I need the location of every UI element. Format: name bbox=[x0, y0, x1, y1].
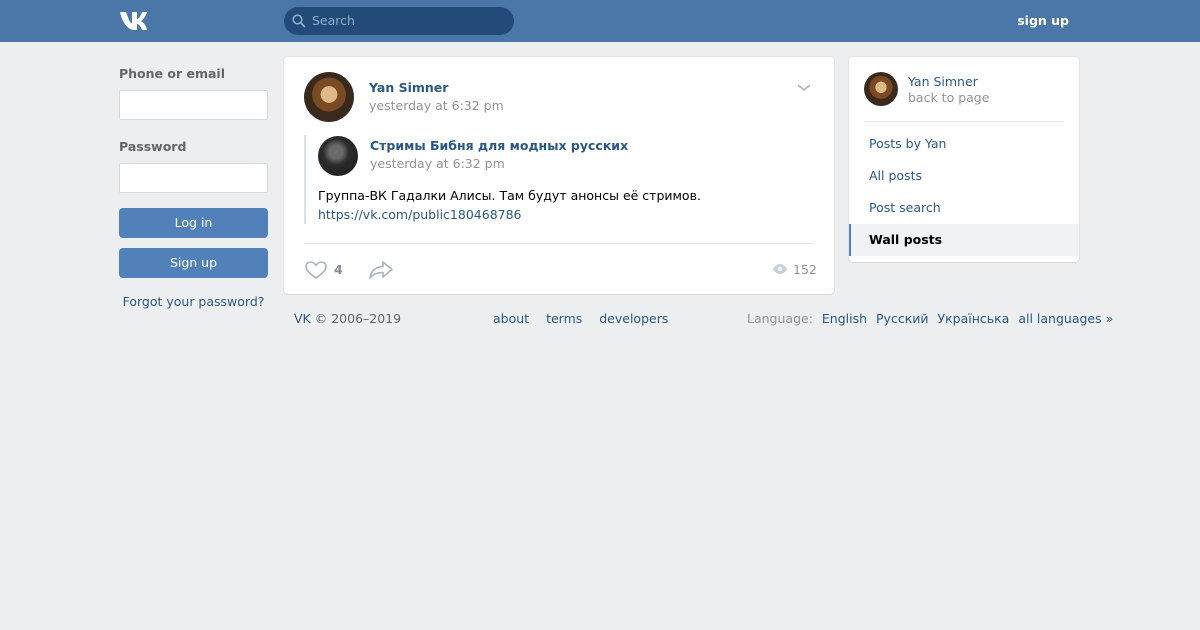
repost-block: Стримы Бибня для модных русских yesterda… bbox=[304, 135, 814, 224]
language-ukrainian[interactable]: Українська bbox=[937, 311, 1009, 326]
sidebar-avatar[interactable] bbox=[864, 72, 898, 106]
language-selector: Language: English Русский Українська all… bbox=[747, 311, 1113, 326]
footer-links: about terms developers bbox=[493, 311, 681, 326]
sign-up-link[interactable]: sign up bbox=[1017, 13, 1069, 28]
phone-label: Phone or email bbox=[119, 66, 225, 81]
login-button[interactable]: Log in bbox=[119, 208, 268, 238]
chevron-down-icon[interactable] bbox=[796, 83, 812, 93]
post-author[interactable]: Yan Simner bbox=[369, 80, 448, 95]
post-time[interactable]: yesterday at 6:32 pm bbox=[369, 98, 504, 113]
language-label: Language: bbox=[747, 311, 813, 326]
phone-email-field[interactable] bbox=[119, 90, 268, 120]
sidebar-menu: Yan Simner back to page Posts by Yan All… bbox=[849, 57, 1079, 262]
search-box[interactable]: Search bbox=[284, 7, 514, 35]
group-name[interactable]: Стримы Бибня для модных русских bbox=[370, 138, 628, 153]
top-header: Search sign up bbox=[0, 0, 1200, 42]
post-link[interactable]: https://vk.com/public180468786 bbox=[318, 207, 522, 222]
footer-copyright: VK © 2006–2019 bbox=[294, 311, 401, 326]
footer-link-about[interactable]: about bbox=[493, 311, 529, 326]
post-divider bbox=[304, 243, 814, 244]
share-icon[interactable] bbox=[368, 260, 394, 280]
sidebar-item-wall-posts[interactable]: Wall posts bbox=[849, 224, 1079, 256]
author-avatar[interactable] bbox=[304, 72, 354, 122]
vk-logo-icon[interactable] bbox=[119, 10, 152, 31]
like-count: 4 bbox=[334, 262, 343, 277]
password-field[interactable] bbox=[119, 163, 268, 193]
search-input[interactable]: Search bbox=[312, 13, 355, 28]
all-languages-link[interactable]: all languages » bbox=[1018, 311, 1113, 326]
password-label: Password bbox=[119, 139, 187, 154]
sidebar-name[interactable]: Yan Simner bbox=[908, 74, 978, 89]
signup-button[interactable]: Sign up bbox=[119, 248, 268, 278]
sidebar-item-all-posts[interactable]: All posts bbox=[849, 160, 1079, 192]
views-count: 152 bbox=[793, 262, 817, 277]
forgot-password-link[interactable]: Forgot your password? bbox=[119, 294, 268, 309]
sidebar-item-post-search[interactable]: Post search bbox=[849, 192, 1079, 224]
footer-link-terms[interactable]: terms bbox=[546, 311, 582, 326]
login-form: Phone or email Password Log in Sign up F… bbox=[119, 66, 268, 309]
sidebar-divider bbox=[864, 121, 1064, 122]
heart-icon[interactable] bbox=[304, 260, 328, 280]
footer-link-developers[interactable]: developers bbox=[599, 311, 668, 326]
search-icon bbox=[292, 14, 306, 28]
back-to-page-link[interactable]: back to page bbox=[908, 90, 989, 105]
group-avatar[interactable] bbox=[318, 136, 358, 176]
language-russian[interactable]: Русский bbox=[876, 311, 928, 326]
footer-brand[interactable]: VK bbox=[294, 311, 311, 326]
language-english[interactable]: English bbox=[822, 311, 867, 326]
copyright-text: © 2006–2019 bbox=[314, 311, 402, 326]
sidebar-item-posts-by-yan[interactable]: Posts by Yan bbox=[849, 128, 1079, 160]
eye-icon bbox=[773, 264, 787, 274]
post-text: Группа-ВК Гадалки Алисы. Там будут анонс… bbox=[318, 188, 701, 203]
repost-time[interactable]: yesterday at 6:32 pm bbox=[370, 156, 505, 171]
wall-post: Yan Simner yesterday at 6:32 pm Стримы Б… bbox=[284, 57, 834, 294]
